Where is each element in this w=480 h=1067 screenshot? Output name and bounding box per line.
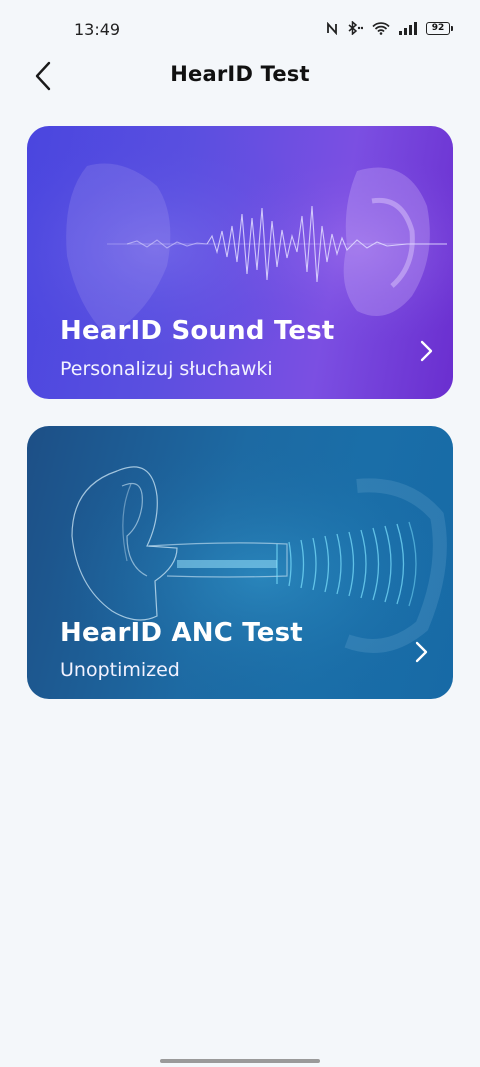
bluetooth-icon [348,21,363,35]
nfc-icon [327,21,337,35]
card-subtitle: Unoptimized [60,659,180,681]
battery-icon: 92 [426,21,453,35]
hearid-anc-test-card[interactable]: HearID ANC Test Unoptimized [27,426,453,699]
status-time: 13:49 [74,20,121,39]
wifi-icon [372,21,390,35]
chevron-right-icon [415,641,428,663]
chevron-right-icon [420,340,433,362]
card-title: HearID ANC Test [60,618,303,648]
card-title: HearID Sound Test [60,316,335,346]
status-bar: 13:49 92 [0,0,480,60]
hearid-sound-test-card[interactable]: HearID Sound Test Personalizuj słuchawki [27,126,453,399]
home-indicator[interactable] [160,1059,320,1063]
page-title: HearID Test [170,62,310,86]
header: HearID Test [0,52,480,98]
card-subtitle: Personalizuj słuchawki [60,358,273,380]
status-icons: 92 [326,21,453,35]
signal-icon [399,21,417,35]
